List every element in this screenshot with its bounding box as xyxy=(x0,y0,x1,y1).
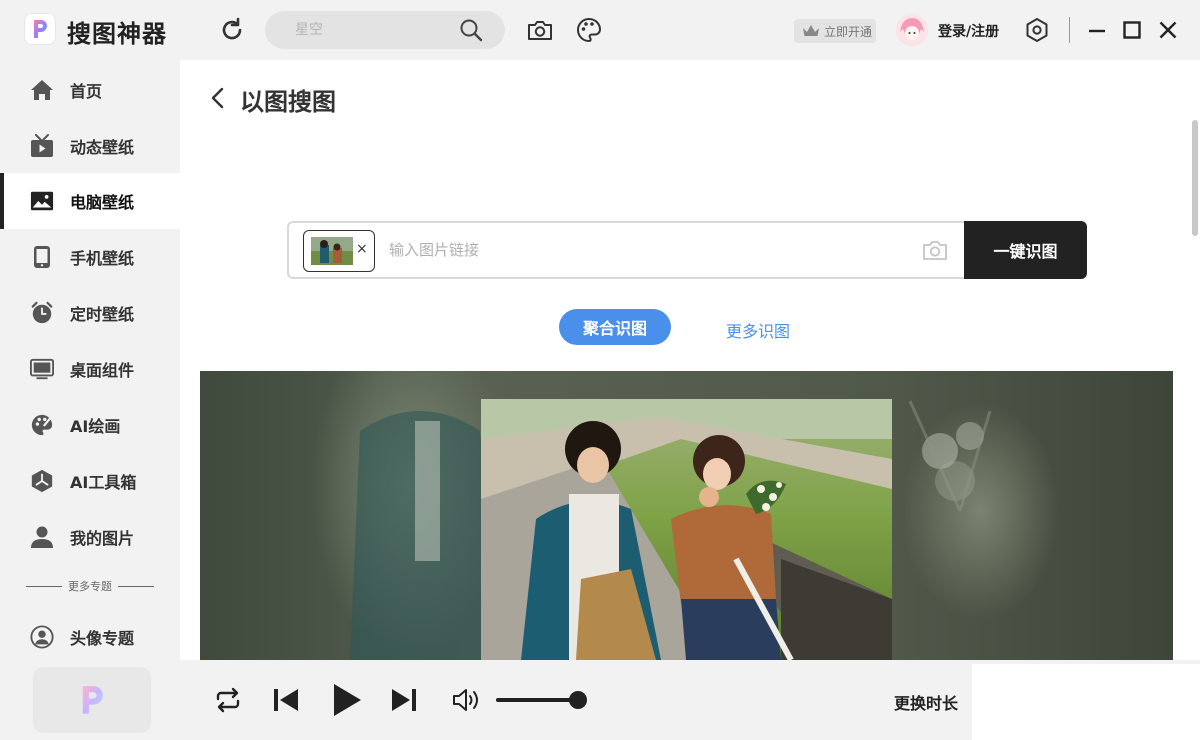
toolbar-divider xyxy=(1069,17,1070,43)
maximize-icon[interactable] xyxy=(1121,19,1143,41)
sidebar-item-home[interactable]: 首页 xyxy=(0,62,180,118)
play-icon[interactable] xyxy=(330,682,364,718)
image-url-input[interactable] xyxy=(389,223,909,277)
sidebar-item-label: 手机壁纸 xyxy=(70,249,135,268)
login-link[interactable]: 登录/注册 xyxy=(938,21,999,41)
app-window: 搜图神器 立即开通 登录/注册 xyxy=(0,0,1200,740)
chevron-left-icon xyxy=(211,87,224,109)
change-duration-label: 更换时长 xyxy=(894,694,959,713)
volume-slider[interactable] xyxy=(496,698,578,702)
blurred-background-flowers xyxy=(908,400,992,512)
repeat-icon[interactable] xyxy=(213,687,243,713)
more-topics-label: 更多专题 xyxy=(68,580,112,593)
player-logo xyxy=(33,667,151,733)
camera-icon[interactable] xyxy=(526,17,554,43)
tab-more-search[interactable]: 更多识图 xyxy=(726,318,790,342)
back-button[interactable] xyxy=(208,86,228,110)
alarm-clock-icon xyxy=(30,301,54,325)
image-preview-area xyxy=(200,371,1173,660)
settings-icon[interactable] xyxy=(1023,16,1051,44)
vip-button[interactable]: 立即开通 xyxy=(794,19,876,43)
identify-image-button[interactable]: 一键识图 xyxy=(964,221,1087,279)
player-bar: 更换时长 xyxy=(0,660,1200,740)
sidebar-item-label: AI绘画 xyxy=(70,417,121,436)
previous-icon[interactable] xyxy=(271,687,301,713)
sidebar-item-label: 我的图片 xyxy=(70,529,135,548)
camera-upload-icon[interactable] xyxy=(921,238,949,266)
tab-aggregate-search[interactable]: 聚合识图 xyxy=(559,309,671,345)
app-logo xyxy=(24,13,56,45)
vip-label: 立即开通 xyxy=(824,24,873,39)
sidebar-item-ai-toolbox[interactable]: AI工具箱 xyxy=(0,453,180,509)
sidebar: 首页 动态壁纸 电脑壁纸 手机壁纸 定时壁纸 桌面组件 AI绘画 AI工具箱 我… xyxy=(0,60,180,660)
sidebar-item-label: 电脑壁纸 xyxy=(70,193,135,212)
next-icon[interactable] xyxy=(389,687,419,713)
sidebar-item-desktop-widgets[interactable]: 桌面组件 xyxy=(0,341,180,397)
sidebar-item-phone-wallpaper[interactable]: 手机壁纸 xyxy=(0,229,180,285)
user-icon xyxy=(30,525,54,549)
home-icon xyxy=(30,78,54,102)
close-icon[interactable] xyxy=(1157,19,1179,41)
crown-icon xyxy=(803,25,819,36)
uploaded-image-thumbnail xyxy=(311,237,353,265)
search-bar xyxy=(265,11,505,49)
image-search-box: × xyxy=(287,221,964,279)
monitor-icon xyxy=(30,357,54,381)
search-input[interactable] xyxy=(295,11,455,49)
sidebar-item-pc-wallpaper[interactable]: 电脑壁纸 xyxy=(0,173,180,229)
uploaded-image-chip: × xyxy=(303,230,375,272)
preview-photo xyxy=(481,399,892,660)
vertical-scrollbar[interactable] xyxy=(1192,120,1198,236)
sidebar-item-timed-wallpaper[interactable]: 定时壁纸 xyxy=(0,285,180,341)
volume-icon[interactable] xyxy=(452,688,482,712)
tv-icon xyxy=(30,134,54,158)
avatar[interactable] xyxy=(896,14,928,46)
app-title: 搜图神器 xyxy=(67,20,167,48)
sidebar-item-label: 桌面组件 xyxy=(70,361,135,380)
sidebar-item-label: 首页 xyxy=(70,82,103,101)
sidebar-item-label: 头像专题 xyxy=(70,629,135,648)
remove-image-button[interactable]: × xyxy=(356,241,368,257)
volume-slider-handle[interactable] xyxy=(569,691,587,709)
phone-icon xyxy=(30,245,54,269)
image-icon xyxy=(30,189,54,213)
page-title: 以图搜图 xyxy=(240,88,336,116)
minimize-icon[interactable] xyxy=(1086,19,1108,41)
sidebar-item-avatar-topic[interactable]: 头像专题 xyxy=(0,609,180,665)
palette-theme-icon[interactable] xyxy=(575,16,603,44)
avatar-icon xyxy=(30,625,54,649)
search-icon[interactable] xyxy=(459,18,483,42)
main-content: 以图搜图 × 一键识图 聚合识图 更多识图 xyxy=(180,60,1200,660)
sidebar-item-ai-painting[interactable]: AI绘画 xyxy=(0,397,180,453)
refresh-icon[interactable] xyxy=(218,16,246,44)
top-bar: 搜图神器 立即开通 登录/注册 xyxy=(0,0,1200,60)
sidebar-item-my-images[interactable]: 我的图片 xyxy=(0,509,180,565)
sidebar-item-label: AI工具箱 xyxy=(70,473,137,492)
palette-icon xyxy=(30,413,54,437)
duration-selector[interactable] xyxy=(972,664,1200,740)
cube-icon xyxy=(30,469,54,493)
sidebar-item-label: 定时壁纸 xyxy=(70,305,135,324)
sidebar-item-label: 动态壁纸 xyxy=(70,138,135,157)
sidebar-item-live-wallpaper[interactable]: 动态壁纸 xyxy=(0,118,180,174)
more-topics-divider: 更多专题 xyxy=(26,578,154,594)
